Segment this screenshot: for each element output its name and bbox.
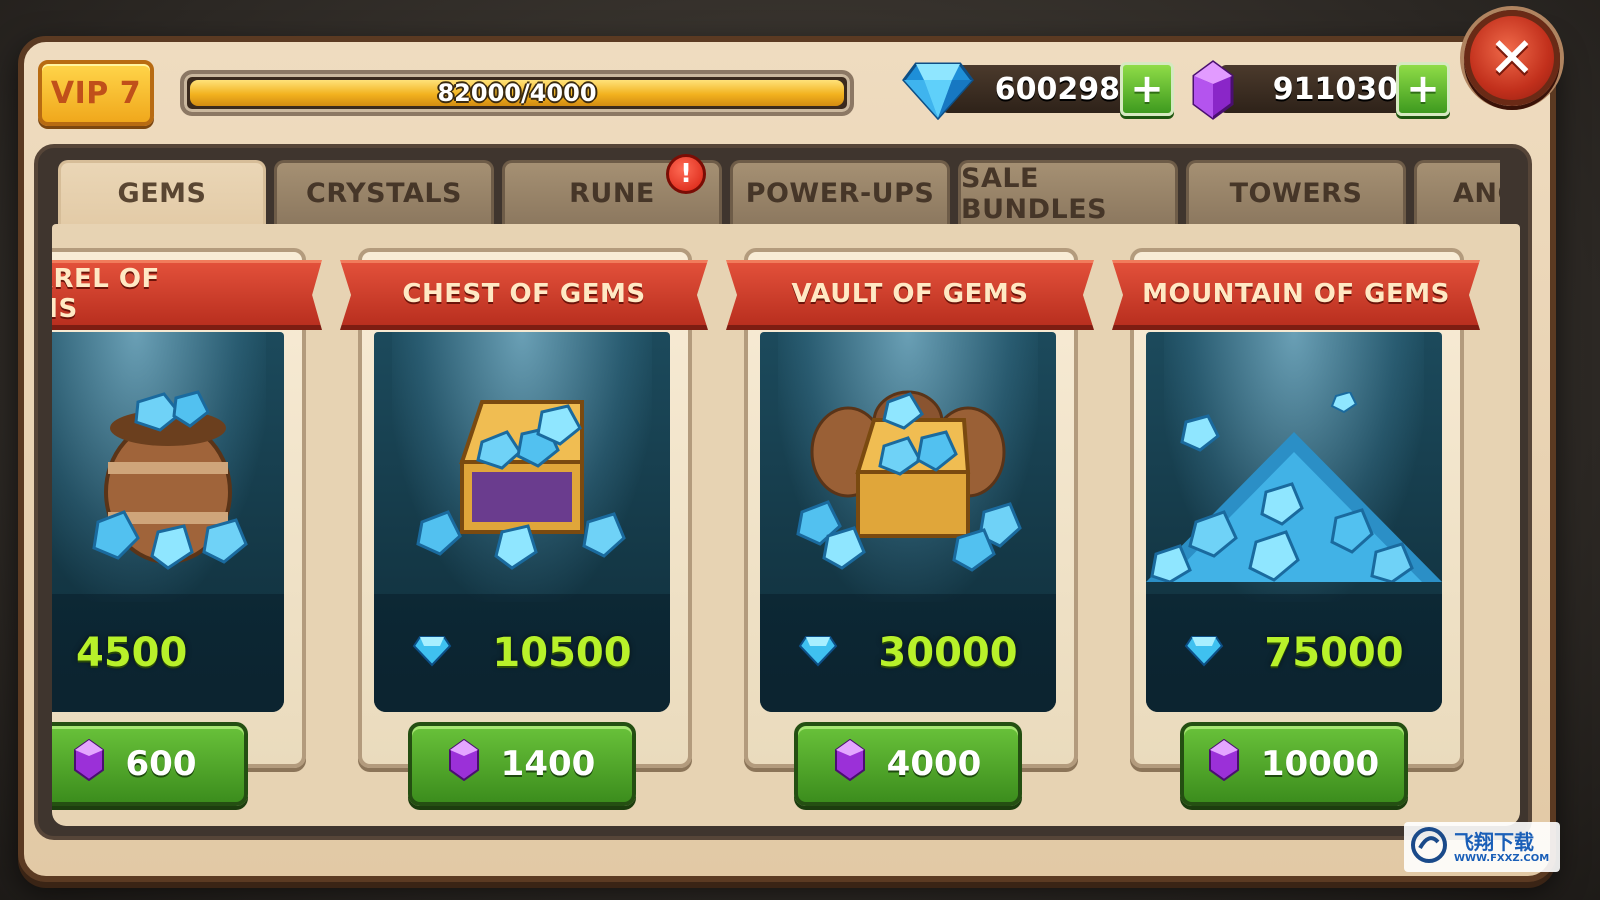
blue-gem-icon bbox=[902, 60, 974, 124]
chest-illustration bbox=[412, 372, 632, 576]
pack-gem-amount: 30000 bbox=[878, 630, 1018, 676]
purple-crystal-icon bbox=[448, 738, 479, 790]
gem-mountain-illustration bbox=[1146, 390, 1442, 586]
vip-badge[interactable]: VIP 7 bbox=[38, 60, 154, 126]
watermark-url: WWW.FXXZ.COM bbox=[1454, 852, 1550, 864]
price-label: 1400 bbox=[500, 744, 596, 784]
add-gems-button[interactable]: + bbox=[1120, 62, 1174, 116]
pack-art: 75000 bbox=[1146, 332, 1442, 712]
site-watermark: 飞翔下载 WWW.FXXZ.COM bbox=[1404, 822, 1560, 872]
pack-art: 30000 bbox=[760, 332, 1056, 712]
pack-gem-amount: 75000 bbox=[1264, 630, 1404, 676]
watermark-title: 飞翔下载 bbox=[1454, 829, 1534, 854]
pack-amount-row: 30000 bbox=[760, 594, 1056, 712]
purple-crystal-icon bbox=[1192, 60, 1234, 124]
blue-gem-icon bbox=[412, 635, 452, 671]
tab-gems[interactable]: GEMS bbox=[58, 160, 266, 224]
add-crystals-button[interactable]: + bbox=[1396, 62, 1450, 116]
barrel-illustration bbox=[68, 372, 268, 576]
pack-amount-row: 10500 bbox=[374, 594, 670, 712]
tab-towers[interactable]: TOWERS bbox=[1186, 160, 1406, 224]
crystal-currency: 911030 + bbox=[1192, 60, 1452, 120]
price-label: 4000 bbox=[886, 744, 982, 784]
tab-crystals[interactable]: CRYSTALS bbox=[274, 160, 494, 224]
tab-power-ups[interactable]: POWER-UPS bbox=[730, 160, 950, 224]
pack-title: BARREL OF GEMS bbox=[52, 260, 322, 330]
pack-art: 4500 bbox=[52, 332, 284, 712]
watermark-logo-icon bbox=[1410, 826, 1448, 868]
purple-crystal-icon bbox=[1208, 738, 1239, 790]
tab-label: POWER-UPS bbox=[745, 178, 935, 209]
tab-label: SALE BUNDLES bbox=[961, 162, 1108, 225]
tab-sale-bundles[interactable]: SALE BUNDLES bbox=[958, 160, 1178, 224]
pack-gem-amount: 4500 bbox=[76, 630, 188, 676]
crystal-amount: 911030 bbox=[1220, 65, 1410, 113]
buy-button[interactable]: 600 bbox=[52, 722, 248, 806]
tab-label: GEMS bbox=[117, 178, 207, 209]
pack-title: CHEST OF GEMS bbox=[340, 260, 708, 330]
vip-progress-text: 82000/4000 bbox=[437, 79, 597, 107]
vault-illustration bbox=[788, 372, 1028, 576]
vip-progress-bar: 82000/4000 bbox=[180, 70, 854, 116]
pack-title: VAULT OF GEMS bbox=[726, 260, 1094, 330]
purple-crystal-icon bbox=[73, 738, 104, 790]
close-button[interactable]: ✕ bbox=[1464, 10, 1560, 106]
tab-strip: GEMS CRYSTALS RUNE POWER-UPS SALE BUNDLE… bbox=[58, 160, 1500, 224]
pack-amount-row: 4500 bbox=[52, 594, 284, 712]
buy-button[interactable]: 4000 bbox=[794, 722, 1022, 806]
pack-gem-amount: 10500 bbox=[492, 630, 632, 676]
tab-label: CRYSTALS bbox=[306, 178, 462, 209]
close-icon: ✕ bbox=[1488, 25, 1536, 91]
pack-art: 10500 bbox=[374, 332, 670, 712]
blue-gem-icon bbox=[1184, 635, 1224, 671]
rune-alert-badge: ! bbox=[666, 154, 706, 194]
pack-amount-row: 75000 bbox=[1146, 594, 1442, 712]
tab-label: ANCI bbox=[1453, 178, 1500, 209]
tab-label: RUNE bbox=[569, 178, 655, 209]
tab-label: TOWERS bbox=[1229, 178, 1363, 209]
tab-ancient[interactable]: ANCI bbox=[1414, 160, 1500, 224]
pack-title: MOUNTAIN OF GEMS bbox=[1112, 260, 1480, 330]
gem-packs-area: BARREL OF GEMS bbox=[52, 224, 1520, 826]
price-label: 10000 bbox=[1260, 744, 1380, 784]
purple-crystal-icon bbox=[834, 738, 865, 790]
buy-button[interactable]: 1400 bbox=[408, 722, 636, 806]
blue-gem-icon bbox=[798, 635, 838, 671]
vip-label: VIP 7 bbox=[50, 75, 142, 111]
gem-currency: 600298 + bbox=[902, 62, 1176, 121]
price-label: 600 bbox=[125, 744, 197, 784]
buy-button[interactable]: 10000 bbox=[1180, 722, 1408, 806]
